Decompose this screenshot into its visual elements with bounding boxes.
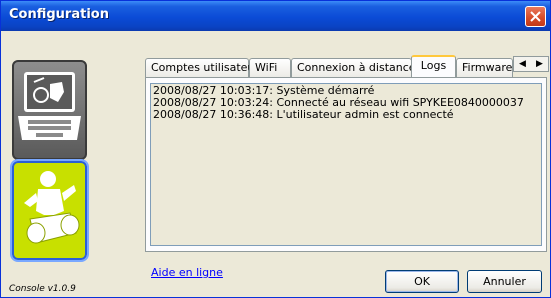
laptop-robot-icon <box>18 72 81 140</box>
log-list[interactable]: 2008/08/27 10:03:17: Système démarré 200… <box>150 83 542 246</box>
sidebar-tile-robot[interactable] <box>10 159 89 262</box>
help-link[interactable]: Aide en ligne <box>151 266 223 279</box>
cancel-button[interactable]: Annuler <box>467 270 542 293</box>
tab-logs[interactable]: Logs <box>411 55 456 77</box>
close-icon <box>530 11 541 22</box>
robot-icon <box>24 171 80 244</box>
tab-scroll-buttons: ◀ ▶ <box>513 56 549 72</box>
version-label: Console v1.0.9 <box>9 284 76 294</box>
tab-scroll-right-button[interactable]: ▶ <box>531 57 548 71</box>
logs-panel: 2008/08/27 10:03:17: Système démarré 200… <box>145 77 547 252</box>
close-button[interactable] <box>525 6 546 27</box>
tab-comptes-utilisateurs[interactable]: Comptes utilisateurs <box>145 58 265 77</box>
log-entry: 2008/08/27 10:36:48: L'utilisateur admin… <box>153 108 454 121</box>
ok-button[interactable]: OK <box>385 270 459 293</box>
tab-firmware[interactable]: Firmware <box>456 58 513 77</box>
configuration-window: Configuration Comptes utilisateurs WiFi … <box>0 0 551 298</box>
tab-connexion-a-distance[interactable]: Connexion à distance <box>291 58 416 77</box>
window-title: Configuration <box>9 7 109 22</box>
sidebar-tile-console[interactable] <box>12 60 87 160</box>
tab-scroll-left-button[interactable]: ◀ <box>514 57 531 71</box>
tab-wifi[interactable]: WiFi <box>249 58 291 77</box>
title-bar[interactable]: Configuration <box>1 1 550 31</box>
